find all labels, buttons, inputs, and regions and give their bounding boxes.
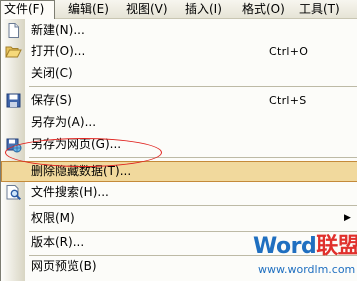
menu-item-label: 文件搜索(H)... <box>31 185 109 199</box>
menu-item-label: 另存为(A)... <box>31 115 97 129</box>
menu-item-label: 新建(N)... <box>31 23 85 37</box>
menu-tools[interactable]: 工具(T) <box>296 0 340 19</box>
menu-item-label: 保存(S) <box>31 93 72 107</box>
watermark-logo-cn: 联盟 <box>316 234 357 259</box>
menu-item-file-search[interactable]: 文件搜索(H)... <box>1 182 357 203</box>
menu-file[interactable]: 文件(F) <box>0 0 55 19</box>
menu-edit[interactable]: 编辑(E) <box>65 0 109 19</box>
menu-item-save[interactable]: 保存(S) Ctrl+S <box>1 90 357 111</box>
file-search-icon <box>5 184 22 201</box>
new-document-icon <box>5 22 22 39</box>
watermark-logo-word: Word <box>253 234 317 259</box>
menu-item-label: 权限(M) <box>31 211 75 225</box>
menu-insert[interactable]: 插入(I) <box>182 0 222 19</box>
menu-item-permission[interactable]: 权限(M) ▶ <box>1 208 357 229</box>
menu-bar: 文件(F) 编辑(E) 视图(V) 插入(I) 格式(O) 工具(T) <box>0 0 357 19</box>
menu-item-label: 打开(O)... <box>31 44 86 58</box>
watermark-logo: Word联盟 <box>253 232 357 262</box>
open-folder-icon <box>5 43 22 60</box>
floppy-disk-icon <box>5 92 22 109</box>
menu-item-new[interactable]: 新建(N)... <box>1 20 357 41</box>
menu-view[interactable]: 视图(V) <box>123 0 168 19</box>
menu-format[interactable]: 格式(O) <box>239 0 285 19</box>
annotation-ellipse <box>5 138 162 167</box>
shortcut-text: Ctrl+S <box>269 94 307 107</box>
menu-separator <box>29 86 357 87</box>
shortcut-text: Ctrl+O <box>269 45 309 58</box>
menu-item-save-as[interactable]: 另存为(A)... <box>1 112 357 133</box>
menu-item-open[interactable]: 打开(O)... Ctrl+O <box>1 41 357 62</box>
menu-item-label: 关闭(C) <box>31 66 73 80</box>
menu-separator <box>29 205 357 206</box>
submenu-arrow-icon: ▶ <box>344 213 351 223</box>
watermark-url: www.wordlm.com <box>258 263 356 276</box>
menu-item-label: 版本(R)... <box>31 235 85 249</box>
menu-item-close[interactable]: 关闭(C) <box>1 63 357 84</box>
menu-item-label: 网页预览(B) <box>31 259 97 273</box>
